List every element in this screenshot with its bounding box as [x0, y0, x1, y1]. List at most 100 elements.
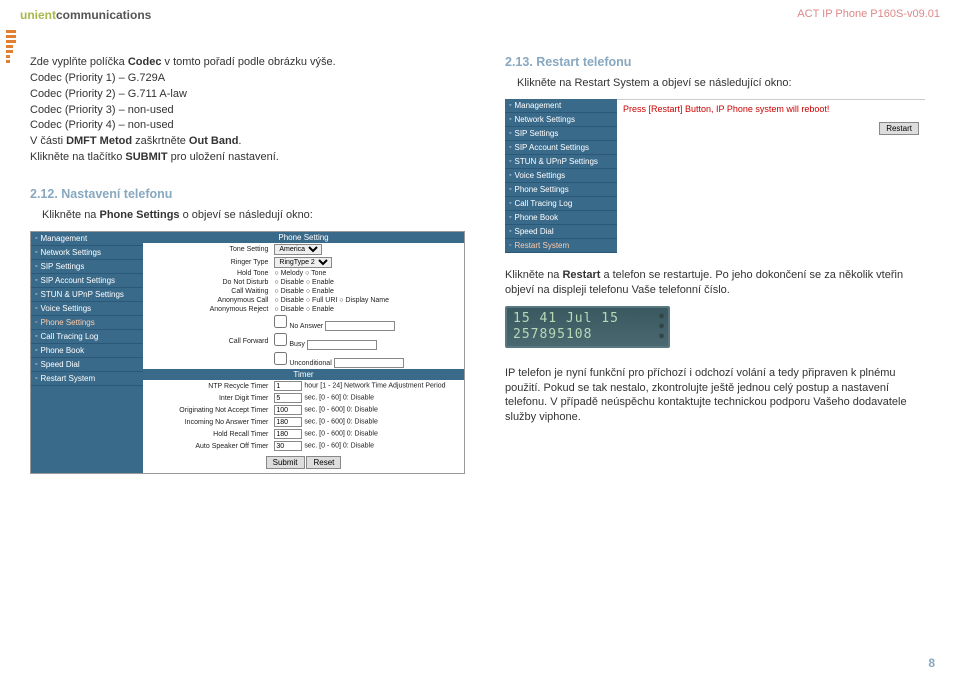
radio-option[interactable]: ○ Enable: [306, 306, 334, 313]
sidebar-item[interactable]: ◦Network Settings: [31, 246, 143, 260]
setting-label: Call Waiting: [143, 287, 271, 296]
timer-input[interactable]: [274, 429, 302, 439]
timer-header: Timer: [143, 369, 464, 380]
setting-value[interactable]: ○ Disable ○ Enable: [271, 278, 464, 287]
logo: unientcommunications: [20, 8, 151, 22]
radio-option[interactable]: ○ Enable: [306, 279, 334, 286]
sidebar-item[interactable]: ◦Phone Book: [31, 344, 143, 358]
doc-id: ACT IP Phone P160S-v09.01: [797, 8, 940, 20]
intro-line: Codec (Priority 2) – G.711 A-law: [30, 87, 465, 102]
timer-input[interactable]: [274, 393, 302, 403]
sidebar-item[interactable]: ◦SIP Settings: [505, 127, 617, 141]
phone-setting-table: Tone SettingAmericaRinger TypeRingType 2…: [143, 243, 464, 370]
logo-text-1: unient: [20, 8, 56, 22]
sidebar-item[interactable]: ◦Management: [505, 99, 617, 113]
sidebar-item[interactable]: ◦Voice Settings: [31, 302, 143, 316]
text-input[interactable]: [307, 340, 377, 350]
timer-suffix: sec. [0 - 60] 0: Disable: [304, 395, 374, 402]
timer-label: NTP Recycle Timer: [143, 380, 271, 392]
setting-label: [143, 351, 271, 370]
sidebar-item[interactable]: ◦Restart System: [505, 239, 617, 253]
sidebar-item[interactable]: ◦Call Tracing Log: [505, 197, 617, 211]
radio-option[interactable]: ○ Display Name: [339, 297, 389, 304]
setting-value[interactable]: RingType 2: [271, 256, 464, 269]
intro-line: V části DMFT Metod zaškrtněte Out Band.: [30, 134, 465, 149]
setting-value[interactable]: Busy: [271, 332, 464, 351]
checkbox[interactable]: [274, 352, 287, 365]
setting-value[interactable]: ○ Disable ○ Full URI ○ Display Name: [271, 296, 464, 305]
phone-setting-header: Phone Setting: [143, 232, 464, 243]
setting-label: Tone Setting: [143, 243, 271, 256]
sidebar-item[interactable]: ◦Restart System: [31, 372, 143, 386]
radio-option[interactable]: ○ Enable: [306, 288, 334, 295]
setting-value[interactable]: America: [271, 243, 464, 256]
timer-input[interactable]: [274, 381, 302, 391]
timer-suffix: sec. [0 - 600] 0: Disable: [304, 419, 378, 426]
sidebar-item[interactable]: ◦SIP Account Settings: [505, 141, 617, 155]
radio-option[interactable]: ○ Disable: [274, 288, 304, 295]
sidebar-item[interactable]: ◦Voice Settings: [505, 169, 617, 183]
reset-button[interactable]: Reset: [306, 456, 341, 469]
timer-suffix: sec. [0 - 60] 0: Disable: [304, 443, 374, 450]
timer-input[interactable]: [274, 405, 302, 415]
setting-label: [143, 314, 271, 333]
select-input[interactable]: America: [274, 244, 322, 255]
sidebar-item[interactable]: ◦Phone Settings: [505, 183, 617, 197]
restart-screenshot: ◦Management◦Network Settings◦SIP Setting…: [505, 99, 925, 253]
display-line-2: 257895108: [513, 327, 662, 343]
section-2-13-title: 2.13. Restart telefonu: [505, 55, 925, 69]
setting-label: Call Forward: [143, 332, 271, 351]
timer-input[interactable]: [274, 441, 302, 451]
setting-value[interactable]: ○ Disable ○ Enable: [271, 305, 464, 314]
decorative-bars: [6, 30, 18, 65]
sidebar-item[interactable]: ◦Network Settings: [505, 113, 617, 127]
phone-lcd-display: ●●● 15 41 Jul 15 257895108: [505, 306, 670, 348]
setting-label: Anonymous Call: [143, 296, 271, 305]
sidebar-item[interactable]: ◦Call Tracing Log: [31, 330, 143, 344]
restart-sidebar: ◦Management◦Network Settings◦SIP Setting…: [505, 99, 617, 253]
sidebar-item[interactable]: ◦SIP Account Settings: [31, 274, 143, 288]
restart-message: Press [Restart] Button, IP Phone system …: [617, 100, 925, 118]
radio-option[interactable]: ○ Disable: [274, 279, 304, 286]
select-input[interactable]: RingType 2: [274, 257, 332, 268]
sidebar-item[interactable]: ◦Phone Book: [505, 211, 617, 225]
sidebar-item[interactable]: ◦Speed Dial: [505, 225, 617, 239]
setting-value[interactable]: ○ Melody ○ Tone: [271, 269, 464, 278]
sidebar-item[interactable]: ◦SIP Settings: [31, 260, 143, 274]
timer-label: Originating Not Accept Timer: [143, 404, 271, 416]
intro-line: Zde vyplňte políčka Codec v tomto pořadí…: [30, 55, 465, 70]
timer-label: Auto Speaker Off Timer: [143, 440, 271, 452]
timer-suffix: sec. [0 - 600] 0: Disable: [304, 431, 378, 438]
sidebar-item[interactable]: ◦Management: [31, 232, 143, 246]
setting-label: Do Not Disturb: [143, 278, 271, 287]
phone-settings-screenshot: ◦Management◦Network Settings◦SIP Setting…: [30, 231, 465, 475]
display-line-1: 15 41 Jul 15: [513, 311, 662, 327]
text-input[interactable]: [325, 321, 395, 331]
radio-option[interactable]: ○ Full URI: [306, 297, 337, 304]
radio-option[interactable]: ○ Tone: [305, 270, 326, 277]
setting-value[interactable]: No Answer: [271, 314, 464, 333]
sidebar-item[interactable]: ◦Speed Dial: [31, 358, 143, 372]
checkbox[interactable]: [274, 315, 287, 328]
restart-button[interactable]: Restart: [879, 122, 919, 135]
timer-input[interactable]: [274, 417, 302, 427]
intro-block: Zde vyplňte políčka Codec v tomto pořadí…: [30, 55, 465, 165]
checkbox[interactable]: [274, 333, 287, 346]
final-paragraph: IP telefon je nyní funkční pro příchozí …: [505, 366, 925, 425]
submit-button[interactable]: Submit: [266, 456, 305, 469]
section-2-13-body: Klikněte na Restart System a objeví se n…: [517, 77, 925, 89]
timer-table: NTP Recycle Timer hour [1 - 24] Network …: [143, 380, 464, 452]
sidebar-item[interactable]: ◦Phone Settings: [31, 316, 143, 330]
page-number: 8: [928, 656, 935, 670]
radio-option[interactable]: ○ Disable: [274, 297, 304, 304]
text-input[interactable]: [334, 358, 404, 368]
sidebar-item[interactable]: ◦STUN & UPnP Settings: [31, 288, 143, 302]
timer-suffix: sec. [0 - 600] 0: Disable: [304, 407, 378, 414]
sidebar-item[interactable]: ◦STUN & UPnP Settings: [505, 155, 617, 169]
intro-line: Codec (Priority 1) – G.729A: [30, 71, 465, 86]
setting-label: Anonymous Reject: [143, 305, 271, 314]
radio-option[interactable]: ○ Disable: [274, 306, 304, 313]
setting-value[interactable]: ○ Disable ○ Enable: [271, 287, 464, 296]
setting-value[interactable]: Unconditional: [271, 351, 464, 370]
radio-option[interactable]: ○ Melody: [274, 270, 303, 277]
